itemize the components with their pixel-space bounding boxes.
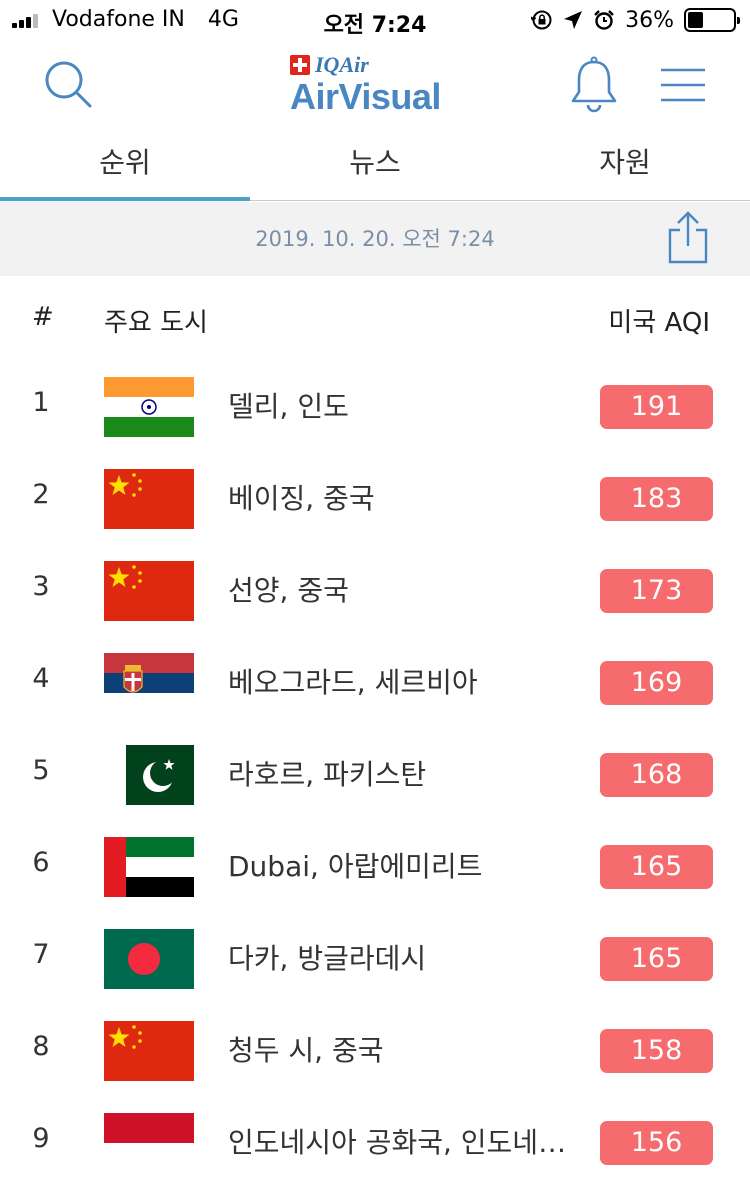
table-row[interactable]: 4 베오그라드, 세르비아 169 <box>0 637 750 729</box>
status-right: 36% <box>531 7 740 33</box>
row-city: 선양, 중국 <box>228 574 349 607</box>
search-button[interactable] <box>40 56 96 112</box>
bangladesh-flag-icon <box>104 929 194 989</box>
table-row[interactable]: 8 청두 시, 중국 158 <box>0 1005 750 1097</box>
orientation-lock-icon <box>531 10 552 30</box>
menu-button[interactable] <box>658 64 708 106</box>
tab-resources[interactable]: 자원 <box>500 135 750 200</box>
aqi-badge: 158 <box>600 1029 713 1073</box>
row-rank: 6 <box>32 847 50 878</box>
search-icon <box>45 61 92 108</box>
row-city: 인도네시아 공화국, 인도네시아 <box>228 1126 568 1159</box>
share-button[interactable] <box>666 210 710 266</box>
aqi-badge: 169 <box>600 661 713 705</box>
date-bar: 2019. 10. 20. 오전 7:24 <box>0 202 750 276</box>
uae-flag-icon <box>104 837 194 897</box>
row-city: 청두 시, 중국 <box>228 1034 384 1067</box>
table-row[interactable]: 6 Dubai, 아랍에미리트 165 <box>0 821 750 913</box>
brand-airvisual: AirVisual <box>290 76 441 117</box>
brand-iqair: IQAir <box>315 52 369 77</box>
city-column-header: 주요 도시 <box>104 308 208 338</box>
serbia-flag-icon <box>104 653 194 713</box>
tab-bar: 순위 뉴스 자원 <box>0 135 750 201</box>
row-rank: 1 <box>32 387 50 418</box>
rank-column-header: # <box>32 302 54 332</box>
table-row[interactable]: 7 다카, 방글라데시 165 <box>0 913 750 1005</box>
tab-ranking[interactable]: 순위 <box>0 135 250 201</box>
table-row[interactable]: 1 델리, 인도 191 <box>0 361 750 453</box>
china-flag-icon <box>104 1021 194 1081</box>
row-city: 다카, 방글라데시 <box>228 942 427 975</box>
row-rank: 8 <box>32 1031 50 1062</box>
alarm-icon <box>594 10 614 30</box>
share-icon <box>668 211 708 264</box>
aqi-column-header: 미국 AQI <box>608 308 710 338</box>
row-rank: 2 <box>32 479 50 510</box>
aqi-badge: 183 <box>600 477 713 521</box>
indonesia-flag-icon <box>104 1113 194 1173</box>
app-header: IQAir AirVisual <box>0 40 750 135</box>
pakistan-flag-icon <box>104 745 194 805</box>
bell-icon <box>571 56 617 113</box>
row-rank: 3 <box>32 571 50 602</box>
china-flag-icon <box>104 469 194 529</box>
china-flag-icon <box>104 561 194 621</box>
status-bar: Vodafone IN 4G 오전 7:24 36% <box>0 0 750 40</box>
aqi-badge: 165 <box>600 937 713 981</box>
row-rank: 5 <box>32 755 50 786</box>
table-row[interactable]: 2 베이징, 중국 183 <box>0 453 750 545</box>
row-city: 델리, 인도 <box>228 390 349 423</box>
aqi-badge: 191 <box>600 385 713 429</box>
row-city: 라호르, 파키스탄 <box>228 758 427 791</box>
timestamp: 2019. 10. 20. 오전 7:24 <box>255 227 495 251</box>
india-flag-icon <box>104 377 194 437</box>
row-rank: 9 <box>32 1123 50 1154</box>
table-header: # 주요 도시 미국 AQI <box>0 276 750 360</box>
table-row[interactable]: 3 선양, 중국 173 <box>0 545 750 637</box>
aqi-badge: 173 <box>600 569 713 613</box>
table-row[interactable]: 5 라호르, 파키스탄 168 <box>0 729 750 821</box>
row-city: Dubai, 아랍에미리트 <box>228 850 483 883</box>
tab-news[interactable]: 뉴스 <box>250 135 500 200</box>
aqi-badge: 156 <box>600 1121 713 1165</box>
row-city: 베오그라드, 세르비아 <box>228 666 478 699</box>
swiss-cross-icon <box>290 55 310 75</box>
aqi-badge: 168 <box>600 753 713 797</box>
app-logo: IQAir AirVisual <box>280 50 480 120</box>
aqi-badge: 165 <box>600 845 713 889</box>
location-arrow-icon <box>564 11 583 29</box>
row-rank: 4 <box>32 663 50 694</box>
notifications-button[interactable] <box>568 56 620 116</box>
row-city: 베이징, 중국 <box>228 482 375 515</box>
table-row[interactable]: 9 인도네시아 공화국, 인도네시아 156 <box>0 1097 750 1189</box>
hamburger-menu-icon <box>661 68 705 102</box>
row-rank: 7 <box>32 939 50 970</box>
battery-icon <box>684 8 740 32</box>
battery-percent: 36% <box>625 7 674 33</box>
